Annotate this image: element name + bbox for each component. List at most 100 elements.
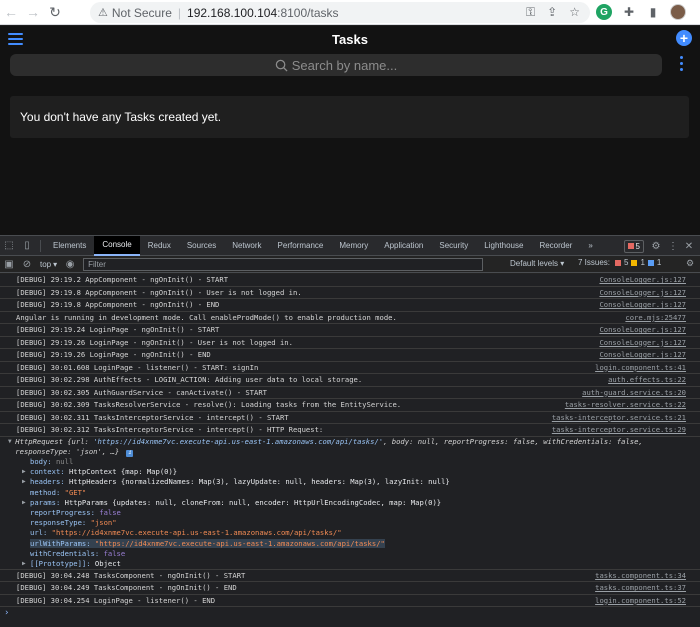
forward-arrow-icon[interactable]: → [22,0,44,25]
tab-console[interactable]: Console [94,235,140,256]
log-source-link[interactable]: ConsoleLogger.js:127 [599,275,686,284]
log-source-link[interactable]: tasks.component.ts:37 [595,583,686,592]
expand-triangle-icon: ▶ [22,498,26,506]
log-source-link[interactable]: core.mjs:25477 [625,313,686,322]
console-prompt-input[interactable]: › [0,607,700,619]
log-levels-dropdown[interactable]: Default levels ▾ [510,259,564,268]
log-source-link[interactable]: ConsoleLogger.js:127 [599,300,686,309]
extensions-puzzle-icon[interactable]: ✚ [622,5,636,19]
tab-elements[interactable]: Elements [45,236,94,256]
key-icon[interactable]: ⚿ [526,5,535,20]
issue-error-icon [615,259,622,266]
browser-toolbar: ← → ↻ ⚠ Not Secure | 192.168.100.104:810… [0,0,700,25]
devtools-panel: ⬚ ▯ Elements Console Redux Sources Network Pe… [0,235,700,627]
address-bar[interactable]: ⚠ Not Secure | 192.168.100.104:8100/task… [90,2,590,23]
tab-security[interactable]: Security [431,236,476,256]
tab-network[interactable]: Network [224,236,269,256]
security-label: Not Secure [111,5,172,20]
console-log-line: [DEBUG] 29:19.24 LoginPage - ngOnInit() … [0,324,700,337]
log-source-link[interactable]: ConsoleLogger.js:127 [599,338,686,347]
live-expression-eye-icon[interactable]: ◉ [61,254,79,274]
object-summary[interactable]: ▼ HttpRequest {url: 'https://id4xnme7vc.… [8,437,700,457]
log-source-link[interactable]: tasks-interceptor.service.ts:21 [552,413,686,422]
log-source-link[interactable]: ConsoleLogger.js:127 [599,288,686,297]
sidebar-toggle-icon[interactable]: ▣ [0,254,18,274]
log-source-link[interactable]: ConsoleLogger.js:127 [599,325,686,334]
log-source-link[interactable]: login.component.ts:52 [595,596,686,605]
bookmark-star-icon[interactable]: ☆ [569,5,580,20]
console-log-line: [DEBUG] 30:02.312 TasksInterceptorServic… [0,424,700,437]
app-viewport: Tasks + Search by name... You don't have… [0,26,700,235]
log-message: [DEBUG] 29:19.26 LoginPage - ngOnInit() … [16,337,293,347]
console-settings-gear-icon[interactable]: ⚙ [686,258,694,269]
log-message: [DEBUG] 30:04.254 LoginPage - listener()… [16,595,216,605]
tab-redux[interactable]: Redux [140,236,179,256]
log-message: [DEBUG] 29:19.24 LoginPage - ngOnInit() … [16,325,220,335]
back-arrow-icon[interactable]: ← [0,0,22,25]
tab-application[interactable]: Application [376,236,431,256]
log-message: [DEBUG] 29:19.8 AppComponent - ngOnInit(… [16,300,220,310]
sidebar-icon[interactable]: ▮ [646,5,660,19]
settings-gear-icon[interactable]: ⚙ [650,236,662,256]
console-output: [DEBUG] 29:19.2 AppComponent - ngOnInit(… [0,274,700,627]
tab-sources[interactable]: Sources [179,236,224,256]
chevron-down-icon: ▾ [53,259,58,269]
devtools-more-tabs[interactable]: » [580,236,600,256]
search-input[interactable]: Search by name... [10,54,662,76]
log-source-link[interactable]: ConsoleLogger.js:127 [599,350,686,359]
tab-recorder[interactable]: Recorder [531,236,580,256]
add-task-button[interactable]: + [676,30,692,46]
close-devtools-icon[interactable]: ✕ [684,236,694,256]
error-count-badge[interactable]: 5 [623,239,644,253]
log-source-link[interactable]: auth-guard.service.ts:20 [582,388,686,397]
device-toolbar-icon[interactable]: ▯ [18,236,36,256]
console-log-line: [DEBUG] 29:19.26 LoginPage - ngOnInit() … [0,337,700,349]
reload-icon[interactable]: ↻ [44,0,66,25]
log-message: [DEBUG] 30:02.312 TasksInterceptorServic… [16,425,324,435]
url-host: 192.168.100.104 [187,5,278,20]
grammarly-extension-icon[interactable]: G [596,4,612,20]
console-log-line: [DEBUG] 30:01.608 LoginPage - listener()… [0,362,700,374]
expand-triangle-icon: ▶ [22,559,26,567]
more-options-icon[interactable] [680,56,684,71]
console-log-line: [DEBUG] 30:02.298 AuthEffects - LOGIN_AC… [0,374,700,387]
console-log-line: [DEBUG] 30:02.305 AuthGuardService - can… [0,387,700,399]
console-log-line: [DEBUG] 29:19.26 LoginPage - ngOnInit() … [0,349,700,362]
tab-performance[interactable]: Performance [270,236,332,256]
context-selector[interactable]: top ▾ [36,260,61,269]
prop-with-credentials: withCredentials: false [30,548,126,558]
share-icon[interactable]: ⇪ [547,5,557,20]
log-message: [DEBUG] 30:02.309 TasksResolverService -… [16,400,402,410]
prop-params[interactable]: ▶ params: HttpParams {updates: null, clon… [8,497,700,507]
console-filter-input[interactable]: Filter [83,257,484,271]
prop-body: body: null [30,457,74,467]
info-icon[interactable]: i [126,449,134,457]
console-log-line: [DEBUG] 29:19.8 AppComponent - ngOnInit(… [0,287,700,299]
devtools-menu-icon[interactable]: ⋮ [668,236,678,256]
prop-prototype[interactable]: ▶ [[Prototype]]: Object [8,558,700,568]
clear-console-icon[interactable]: ⊘ [18,254,36,274]
log-message: [DEBUG] 30:02.311 TasksInterceptorServic… [16,412,289,422]
tab-lighthouse[interactable]: Lighthouse [476,236,531,256]
browser-menu-icon[interactable]: ⋮ [696,4,700,20]
chevron-down-icon: ▾ [560,259,565,268]
log-message: [DEBUG] 30:04.249 TasksComponent - ngOnI… [16,583,237,593]
log-source-link[interactable]: tasks.component.ts:34 [595,571,686,580]
url-separator: | [177,5,182,20]
devtools-tabs: Elements Console Redux Sources Network Perfor… [45,235,580,256]
log-source-link[interactable]: login.component.ts:41 [595,363,686,372]
console-log-line: [DEBUG] 30:04.254 LoginPage - listener()… [0,595,700,608]
empty-state-message: You don't have any Tasks created yet. [20,110,222,124]
log-source-link[interactable]: tasks-interceptor.service.ts:29 [552,425,686,434]
profile-avatar[interactable] [670,4,686,20]
prop-context[interactable]: ▶ context: HttpContext {map: Map(0)} [8,467,700,477]
issues-counter[interactable]: 7 Issues: 5 1 1 [578,258,661,267]
prop-headers[interactable]: ▶ headers: HttpHeaders {normalizedNames: … [8,477,700,487]
log-source-link[interactable]: tasks-resolver.service.ts:22 [565,400,686,409]
tab-memory[interactable]: Memory [331,236,376,256]
inspect-element-icon[interactable]: ⬚ [0,236,18,256]
issue-warning-icon [631,259,638,266]
log-source-link[interactable]: auth.effects.ts:22 [608,375,686,384]
http-request-object[interactable]: ▼ HttpRequest {url: 'https://id4xnme7vc.… [0,437,700,570]
issue-info-icon [647,259,654,266]
